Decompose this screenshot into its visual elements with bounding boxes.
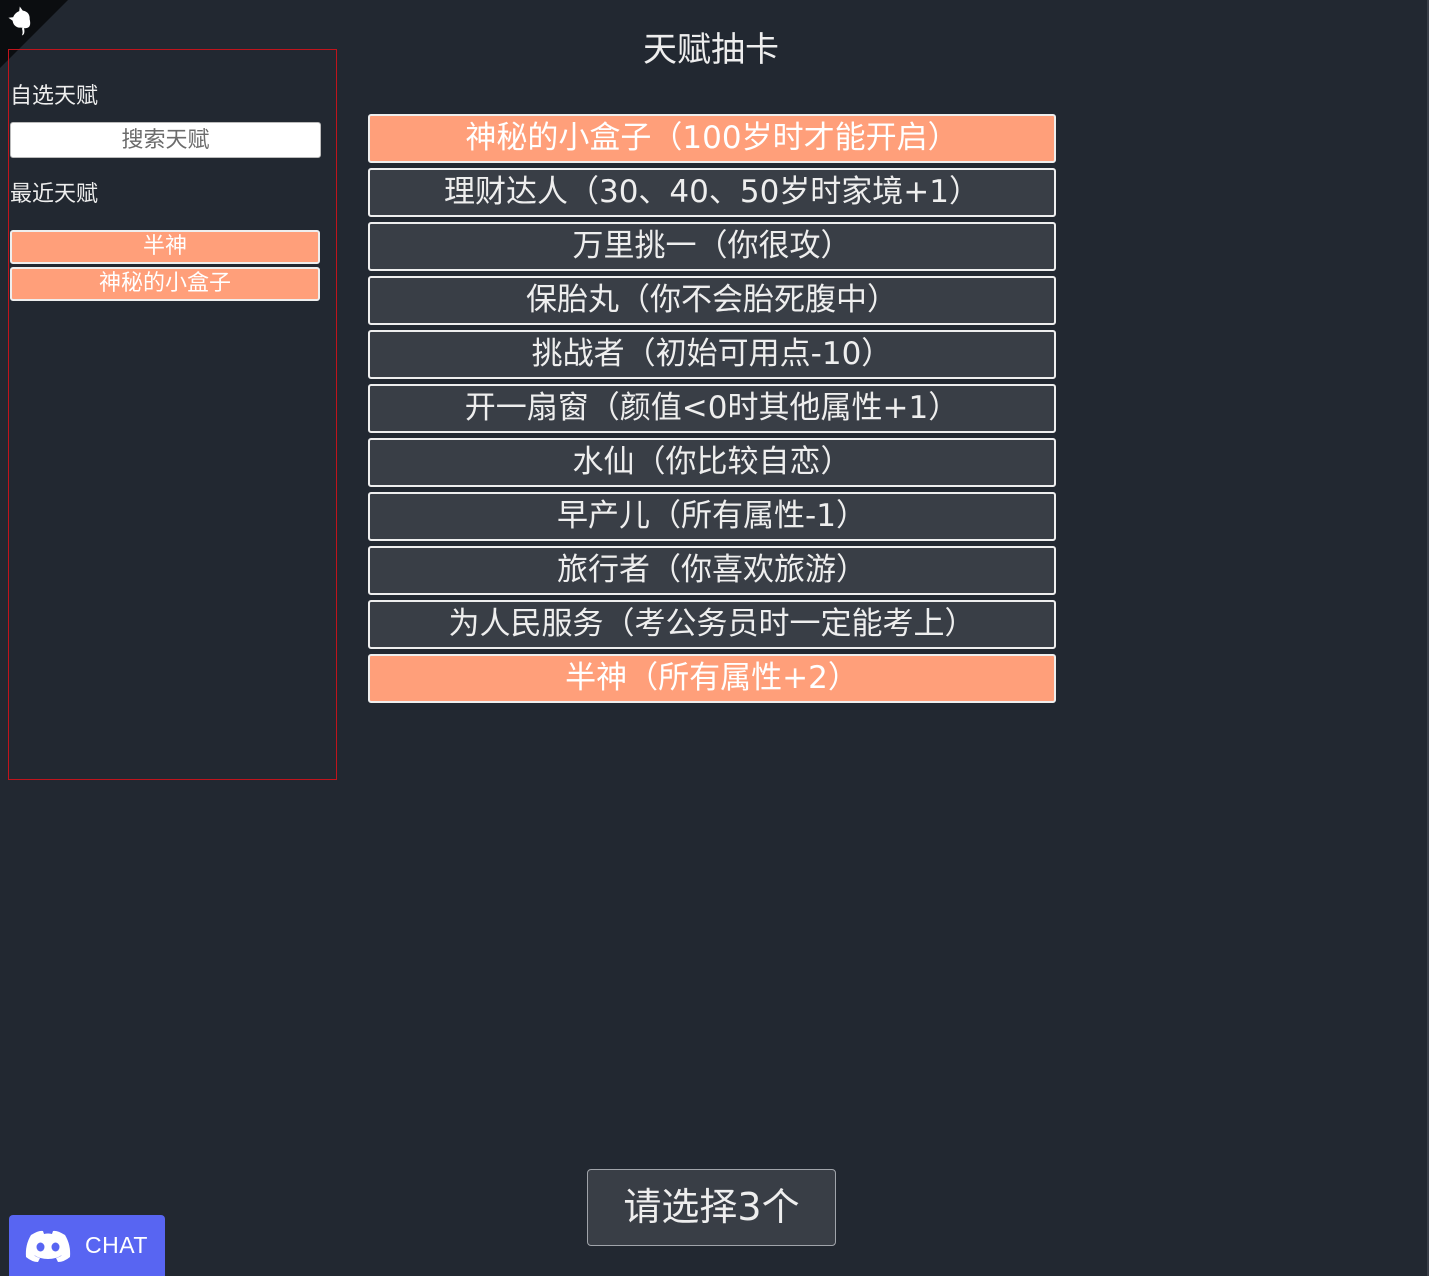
- chat-label: CHAT: [85, 1232, 148, 1258]
- talent-card[interactable]: 神秘的小盒子（100岁时才能开启）: [368, 114, 1056, 163]
- talent-card-list: 神秘的小盒子（100岁时才能开启） 理财达人（30、40、50岁时家境+1） 万…: [368, 114, 1056, 708]
- search-talent-input[interactable]: [10, 122, 321, 158]
- talent-card[interactable]: 开一扇窗（颜值<0时其他属性+1）: [368, 384, 1056, 433]
- discord-chat-button[interactable]: CHAT: [9, 1215, 165, 1276]
- talent-card[interactable]: 理财达人（30、40、50岁时家境+1）: [368, 168, 1056, 217]
- recent-talent-item[interactable]: 半神: [10, 230, 320, 264]
- talent-card[interactable]: 万里挑一（你很攻）: [368, 222, 1056, 271]
- custom-talent-heading: 自选天赋: [10, 84, 99, 109]
- talent-card[interactable]: 为人民服务（考公务员时一定能考上）: [368, 600, 1056, 649]
- talent-sidebar: 自选天赋 最近天赋 半神 神秘的小盒子: [8, 49, 337, 780]
- talent-card[interactable]: 挑战者（初始可用点-10）: [368, 330, 1056, 379]
- talent-card[interactable]: 早产儿（所有属性-1）: [368, 492, 1056, 541]
- talent-card[interactable]: 半神（所有属性+2）: [368, 654, 1056, 703]
- recent-talent-list: 半神 神秘的小盒子: [10, 230, 320, 304]
- talent-card[interactable]: 水仙（你比较自恋）: [368, 438, 1056, 487]
- discord-icon: [25, 1230, 71, 1262]
- talent-card[interactable]: 旅行者（你喜欢旅游）: [368, 546, 1056, 595]
- talent-card[interactable]: 保胎丸（你不会胎死腹中）: [368, 276, 1056, 325]
- recent-talent-item[interactable]: 神秘的小盒子: [10, 267, 320, 301]
- select-three-button[interactable]: 请选择3个: [587, 1169, 836, 1246]
- recent-talent-heading: 最近天赋: [10, 182, 99, 207]
